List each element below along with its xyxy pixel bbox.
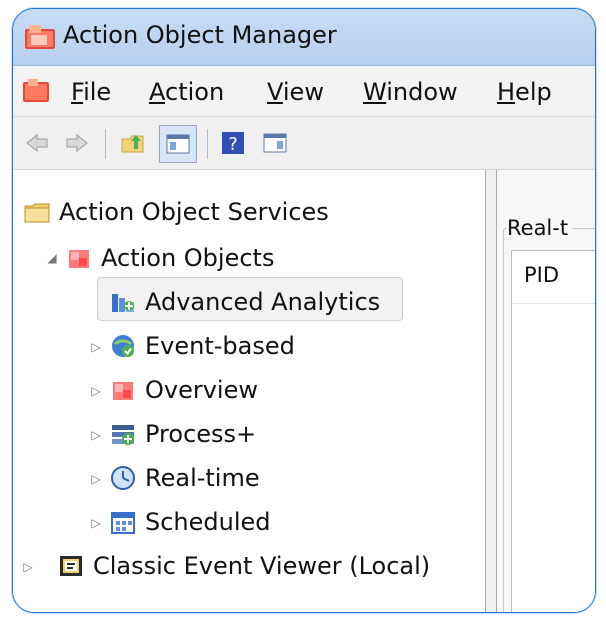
folder-icon [24,203,50,223]
expanded-arrow-icon[interactable]: ◢ [45,251,59,265]
app-menu-icon[interactable] [21,78,51,104]
tree-item-label: Process+ [145,420,257,448]
advanced-analytics-icon [112,294,134,312]
menu-window[interactable]: Window [363,78,458,106]
collapsed-arrow-icon[interactable]: ▷ [89,516,103,530]
tree-item-event-based[interactable]: Event-based [109,326,295,366]
tree-item-label: Action Objects [101,244,275,272]
svg-text:?: ? [228,134,238,155]
collapsed-arrow-icon[interactable]: ▷ [89,428,103,442]
process-plus-icon [112,425,134,445]
tree-item-classic-event-viewer[interactable]: Classic Event Viewer (Local) [57,546,430,586]
tree-item-label: Event-based [145,332,295,360]
window-title: Action Object Manager [63,21,337,49]
back-arrow-icon[interactable] [23,129,51,157]
show-hide-console-tree-button[interactable] [159,125,197,163]
scheduled-calendar-icon [111,512,135,534]
app-icon [25,25,55,49]
real-time-clock-icon [111,466,135,490]
tree-item-label: Advanced Analytics [145,288,381,316]
collapsed-arrow-icon[interactable]: ▷ [21,560,35,574]
action-objects-icon [69,250,89,268]
tree-item-advanced-analytics[interactable]: Advanced Analytics [109,282,380,322]
toolbar: ? [13,117,595,170]
collapsed-arrow-icon[interactable]: ▷ [89,384,103,398]
tree-item-overview[interactable]: Overview [109,370,258,410]
tree-item-action-object-services[interactable]: Action Object Services [23,192,329,232]
tree-item-process-plus[interactable]: Process+ [109,414,256,454]
tree-item-action-objects[interactable]: Action Objects [65,238,274,278]
title-bar[interactable]: Action Object Manager [13,9,595,66]
tree-item-label: Overview [145,376,258,404]
process-list[interactable]: PID [511,250,595,612]
overview-icon [113,382,133,400]
menu-action[interactable]: Action [149,78,224,106]
list-header: PID [512,251,595,304]
group-title: Real-t [507,216,573,240]
up-folder-icon[interactable] [119,129,147,157]
console-tree: Action Object Services ◢ Action Objects … [13,170,486,612]
toolbar-separator [105,129,106,159]
tree-item-scheduled[interactable]: Scheduled [109,502,271,542]
tree-item-real-time[interactable]: Real-time [109,458,260,498]
tree-item-label: Action Object Services [59,198,329,226]
column-header-pid[interactable]: PID [524,263,559,287]
tree-item-label: Real-time [145,464,260,492]
collapsed-arrow-icon[interactable]: ▷ [89,340,103,354]
menu-file[interactable]: File [71,78,111,106]
pane-splitter[interactable] [486,170,497,612]
show-hide-action-pane-icon[interactable] [261,129,289,157]
details-pane: Real-t PID [497,170,595,612]
show-hide-console-tree-icon [166,134,190,154]
tree-item-label: Scheduled [145,508,271,536]
menu-help[interactable]: Help [497,78,552,106]
tree-item-label: Classic Event Viewer (Local) [93,552,431,580]
event-based-icon [112,335,134,357]
forward-arrow-icon[interactable] [63,129,91,157]
help-icon[interactable]: ? [219,129,247,157]
menu-bar: File Action View Window Help [13,66,595,117]
app-window: Action Object Manager File Action View W… [12,8,596,613]
event-viewer-icon [60,556,82,576]
toolbar-separator [207,129,208,159]
collapsed-arrow-icon[interactable]: ▷ [89,472,103,486]
menu-view[interactable]: View [267,78,324,106]
